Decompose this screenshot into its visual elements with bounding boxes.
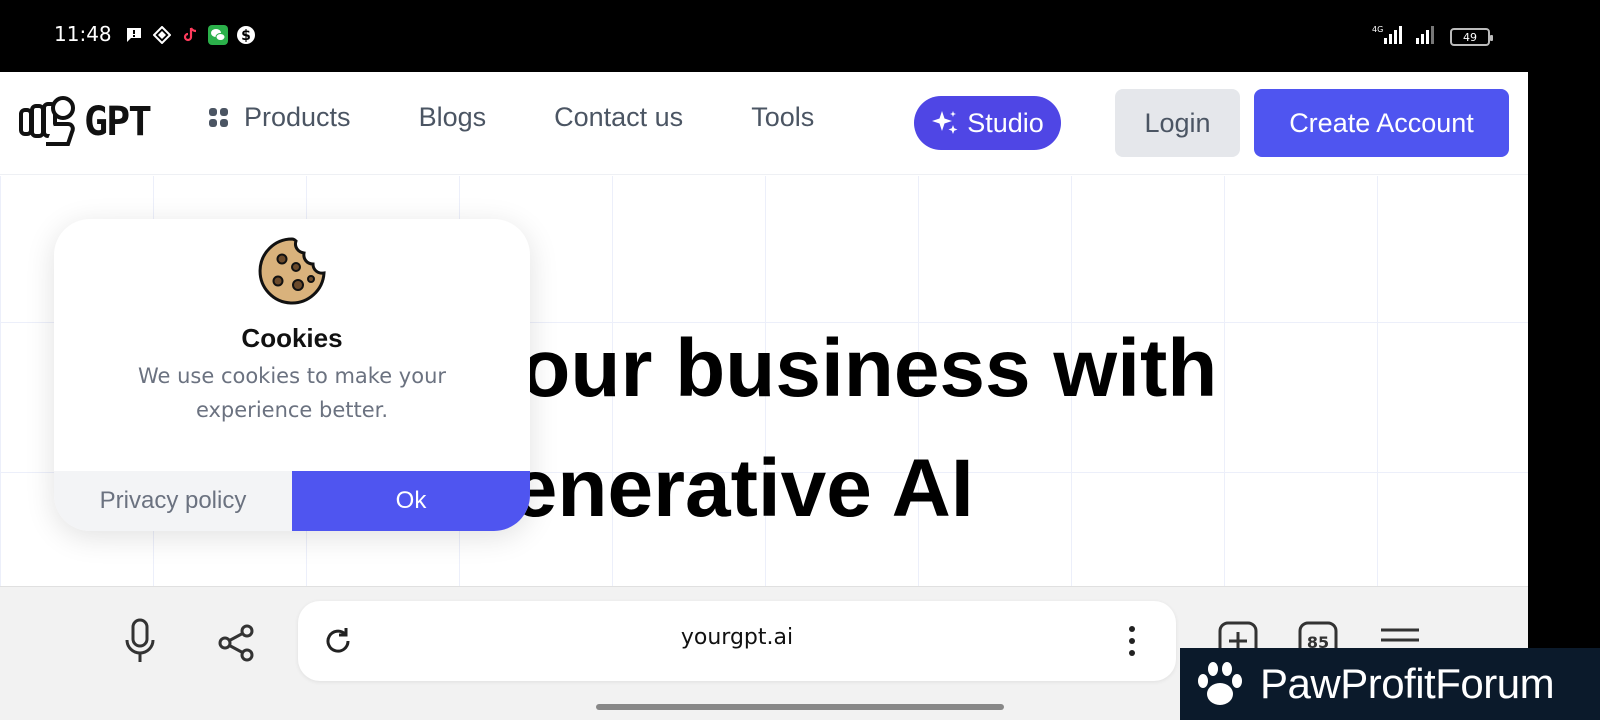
- main-nav: Products Blogs Contact us Tools: [208, 102, 814, 133]
- notification-icons: $: [124, 25, 256, 45]
- url-bar[interactable]: yourgpt.ai: [298, 601, 1176, 681]
- web-page: GPT Products Blogs Contact us Tools Stud…: [0, 72, 1528, 720]
- screen-edge: [1528, 72, 1600, 652]
- nav-products[interactable]: Products: [208, 102, 351, 133]
- signal-icon: [1416, 24, 1440, 50]
- home-indicator[interactable]: [596, 704, 1004, 710]
- pointing-hand-logo-icon: [19, 96, 75, 146]
- share-icon[interactable]: [214, 621, 258, 665]
- status-bar: 11:48 $ 4G 49: [0, 0, 1600, 72]
- nav-blogs-label: Blogs: [418, 102, 487, 132]
- watermark-text: PawProfitForum: [1260, 660, 1555, 707]
- nav-contact-label: Contact us: [554, 102, 684, 132]
- studio-button[interactable]: Studio: [914, 96, 1061, 150]
- wechat-icon: [208, 25, 228, 45]
- watermark-banner: PawProfitForum: [1180, 648, 1600, 720]
- svg-text:4G: 4G: [1372, 25, 1383, 34]
- dollar-icon: $: [236, 25, 256, 45]
- nav-tools[interactable]: Tools: [751, 102, 814, 133]
- nav-blogs[interactable]: Blogs: [419, 102, 487, 133]
- battery-indicator: 49: [1450, 28, 1493, 46]
- status-time: 11:48: [54, 22, 112, 46]
- microphone-icon[interactable]: [120, 617, 160, 667]
- logo-text: GPT: [84, 99, 152, 145]
- grid-icon: [209, 107, 228, 127]
- cookie-title: Cookies: [241, 323, 343, 353]
- cookie-icon: [256, 235, 328, 311]
- hero-heading-line1: r your business with: [420, 323, 1218, 414]
- nav-contact[interactable]: Contact us: [554, 102, 683, 133]
- site-header: GPT Products Blogs Contact us Tools Stud…: [0, 72, 1528, 175]
- message-icon: [124, 25, 144, 45]
- status-right: 4G 49: [1372, 24, 1493, 50]
- cookie-description: We use cookies to make your experience b…: [137, 364, 447, 422]
- site-logo[interactable]: GPT: [18, 94, 152, 150]
- signal-4g-icon: 4G: [1372, 24, 1406, 50]
- cookie-ok-button[interactable]: Ok: [292, 471, 530, 531]
- app-diamond-icon: [152, 25, 172, 45]
- sparkle-icon: [932, 111, 958, 134]
- studio-label: Studio: [967, 107, 1044, 138]
- login-button[interactable]: Login: [1115, 89, 1240, 157]
- svg-text:$: $: [241, 28, 251, 44]
- nav-products-label: Products: [244, 102, 351, 132]
- tiktok-icon: [180, 25, 200, 45]
- create-account-button[interactable]: Create Account: [1254, 89, 1509, 157]
- paw-icon: [1180, 648, 1260, 720]
- nav-tools-label: Tools: [751, 102, 815, 132]
- privacy-policy-button[interactable]: Privacy policy: [54, 471, 292, 531]
- cookie-banner: Cookies We use cookies to make your expe…: [54, 219, 530, 531]
- more-options-icon[interactable]: [1118, 623, 1146, 659]
- url-text[interactable]: yourgpt.ai: [298, 625, 1176, 650]
